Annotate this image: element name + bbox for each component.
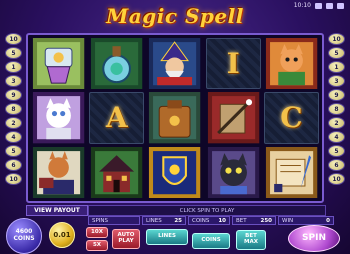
wizard-icon	[147, 38, 202, 90]
lines-box: LINES 25	[142, 216, 186, 225]
white-cat-icon	[31, 92, 86, 144]
bet-max-button[interactable]: BET MAX	[236, 230, 266, 250]
lines-value: 25	[174, 217, 182, 224]
lines-label: LINES	[146, 217, 162, 224]
payline-indicator[interactable]: 10	[328, 33, 345, 45]
bet-5x-button[interactable]: 5X	[86, 240, 108, 251]
reel-symbol-letter: C	[263, 92, 319, 144]
payline-indicator[interactable]: 3	[5, 75, 22, 87]
payline-indicator[interactable]: 9	[5, 89, 22, 101]
bet-box: BET 250	[232, 216, 276, 225]
payline-indicator[interactable]: 5	[5, 47, 22, 59]
coin-value-selector[interactable]: 0.01	[49, 222, 75, 248]
scroll-quill-icon	[264, 146, 319, 198]
clock: 10:10	[293, 2, 311, 9]
message-bar: CLICK SPIN TO PLAY	[88, 205, 326, 216]
haunted-house-icon	[89, 146, 144, 198]
coins-label: COINS	[192, 217, 210, 224]
help-icon[interactable]	[326, 2, 333, 9]
bet-value: 250	[260, 217, 272, 224]
cat-scholar-icon	[31, 146, 86, 198]
payline-indicator[interactable]: 8	[5, 103, 22, 115]
black-cat-icon	[206, 146, 261, 198]
letter-c-symbol: C	[280, 101, 303, 135]
spellbook-bag-icon	[147, 92, 202, 144]
crest-icon	[147, 146, 202, 198]
payline-indicator[interactable]: 10	[5, 33, 22, 45]
coins-balance-label: COINS	[13, 235, 35, 242]
payline-indicator[interactable]: 3	[328, 75, 345, 87]
cat-sorceress-icon	[264, 38, 319, 90]
spin-button[interactable]: SPIN	[288, 225, 340, 252]
spins-label: SPINS	[92, 217, 109, 224]
win-box: WIN 0	[278, 216, 334, 225]
scroll-wand-icon	[206, 92, 261, 144]
reel-symbol-letter: A	[89, 92, 145, 144]
view-payout-button[interactable]: VIEW PAYOUT	[26, 205, 88, 216]
payline-indicator[interactable]: 2	[5, 117, 22, 129]
autoplay-button[interactable]: AUTO PLAY	[112, 229, 140, 249]
spins-box: SPINS	[88, 216, 140, 225]
coins-balance: 4600 COINS	[6, 218, 42, 254]
potion-bottle-icon	[89, 38, 144, 90]
payline-indicator[interactable]: 4	[328, 131, 345, 143]
info-bar: SPINS LINES 25 COINS 10 BET 250 WIN 0	[88, 216, 348, 225]
letter-a-symbol: A	[105, 101, 128, 135]
payline-indicator[interactable]: 9	[328, 89, 345, 101]
bet-10x-button[interactable]: 10X	[86, 227, 108, 238]
reel-symbol-letter: I	[205, 38, 261, 90]
payline-indicator[interactable]: 6	[5, 159, 22, 171]
reel-grid: I A C	[26, 33, 324, 203]
payline-indicator[interactable]: 5	[328, 47, 345, 59]
win-label: WIN	[282, 217, 294, 224]
coins-box: COINS 10	[188, 216, 230, 225]
potion-glass-icon	[31, 38, 86, 90]
payline-indicator[interactable]: 6	[328, 159, 345, 171]
payline-indicator[interactable]: 5	[5, 145, 22, 157]
game-logo: Magic Spell	[106, 4, 244, 28]
payline-indicator[interactable]: 1	[5, 61, 22, 73]
payline-indicator[interactable]: 8	[328, 103, 345, 115]
bet-label: BET	[236, 217, 247, 224]
payline-indicator[interactable]: 2	[328, 117, 345, 129]
paylines-right: 10 5 1 3 9 8 2 4 5 6 10	[328, 33, 345, 185]
coins-button[interactable]: COINS	[192, 233, 230, 249]
payline-indicator[interactable]: 4	[5, 131, 22, 143]
win-value: 0	[326, 217, 330, 224]
payline-indicator[interactable]: 5	[328, 145, 345, 157]
close-icon[interactable]	[337, 2, 344, 9]
paylines-left: 10 5 1 3 9 8 2 4 5 6 10	[5, 33, 22, 185]
payline-indicator[interactable]: 1	[328, 61, 345, 73]
payline-indicator[interactable]: 10	[5, 173, 22, 185]
letter-i-symbol: I	[226, 47, 240, 81]
lines-button[interactable]: LINES	[146, 229, 188, 245]
system-bar: 10:10	[294, 2, 344, 9]
coins-value: 10	[218, 217, 226, 224]
payline-indicator[interactable]: 10	[328, 173, 345, 185]
settings-icon[interactable]	[315, 2, 322, 9]
